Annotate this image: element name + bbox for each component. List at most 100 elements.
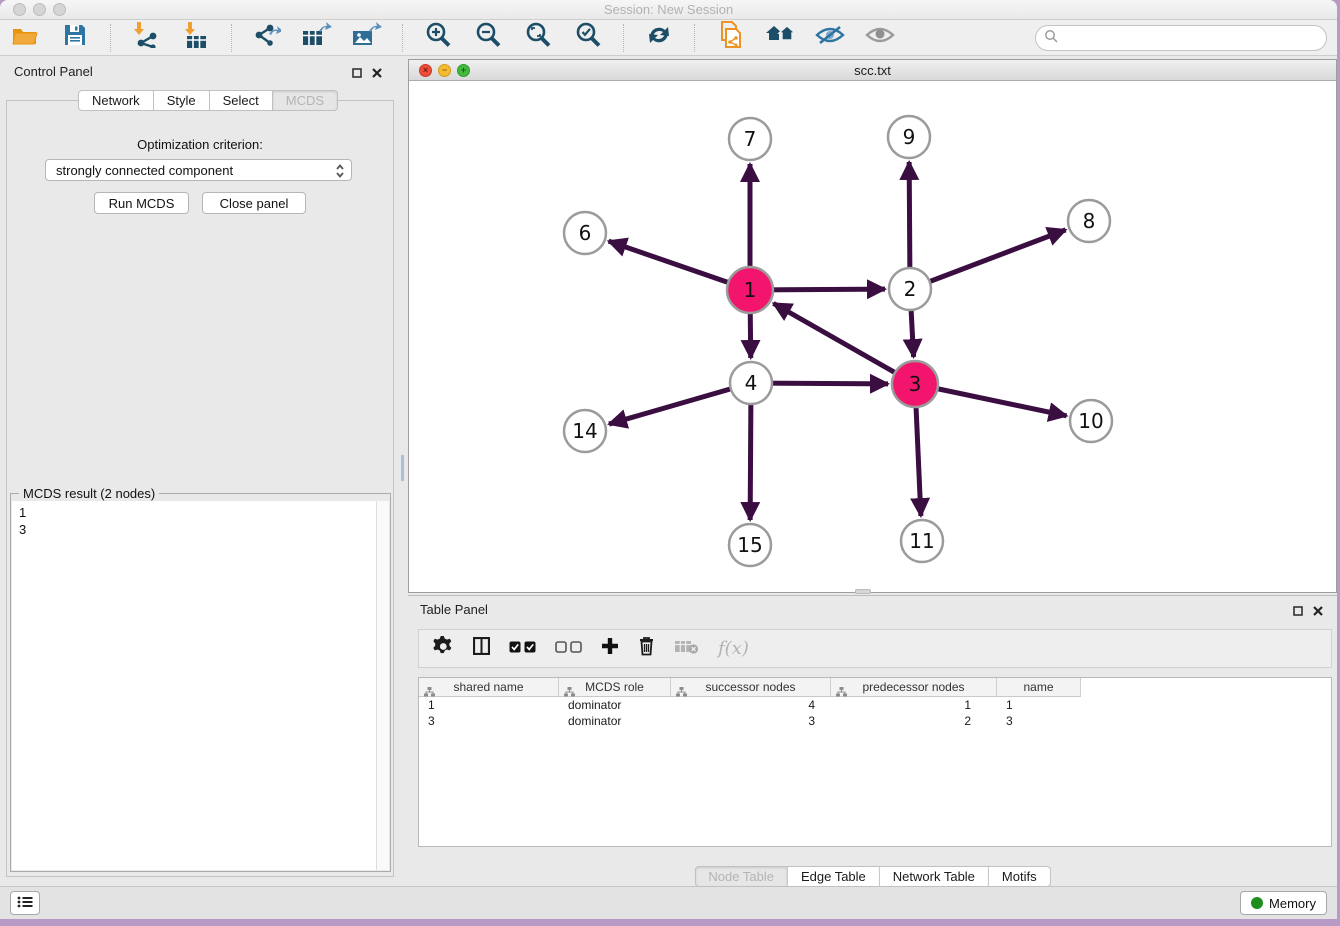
delete-table-button-disabled [674,639,699,659]
select-chevron-icon [335,163,345,182]
close-table-panel-icon[interactable] [1313,603,1323,621]
tab-edge-table[interactable]: Edge Table [788,866,880,887]
column-header-shared-name[interactable]: shared name [419,678,559,697]
clone-network-button[interactable] [715,23,745,53]
mcds-result-list: 13 [12,501,376,870]
column-header-predecessor-nodes[interactable]: predecessor nodes [831,678,997,697]
edge-2-8[interactable] [910,230,1066,289]
hide-selected-button[interactable] [815,23,845,53]
zoom-out-icon [475,22,501,53]
export-table-icon [302,22,332,53]
zoom-in-button[interactable] [423,23,453,53]
export-network-button[interactable] [252,23,282,53]
optimization-criterion-label: Optimization criterion: [6,137,394,152]
table-cell[interactable]: 3 [671,713,831,729]
node-label-15: 15 [737,533,762,557]
table-cell[interactable]: dominator [559,697,671,713]
toolbar-separator [110,24,111,52]
table-cell[interactable]: dominator [559,713,671,729]
zoom-fit-button[interactable] [523,23,553,53]
tab-style[interactable]: Style [154,90,210,111]
table-header-row: shared nameMCDS rolesuccessor nodesprede… [419,678,1331,697]
show-all-networks-button[interactable] [765,23,795,53]
mcds-result-area: 13 [12,501,389,870]
save-session-button[interactable] [60,23,90,53]
import-network-icon [133,22,159,53]
mcds-result-fieldset: MCDS result (2 nodes) 13 [10,493,391,872]
unselect-all-columns-button[interactable] [555,640,582,658]
open-session-button[interactable] [10,23,40,53]
export-table-button[interactable] [302,23,332,53]
table-cell[interactable]: 1 [831,697,997,713]
table-cell[interactable]: 4 [671,697,831,713]
network-canvas[interactable]: 7968124314101511 [409,81,1336,586]
eye-slash-icon [815,24,845,51]
task-list-icon [17,895,33,912]
zoom-fit-icon [525,22,551,53]
close-panel-button[interactable]: Close panel [202,192,306,214]
node-label-9: 9 [903,125,916,149]
table-cell[interactable]: 1 [997,697,1081,713]
float-panel-icon[interactable] [352,65,362,83]
table-settings-button[interactable] [433,636,454,662]
criterion-value: strongly connected component [56,163,233,178]
zoom-selected-button[interactable] [573,23,603,53]
tab-motifs[interactable]: Motifs [989,866,1051,887]
column-header-successor-nodes[interactable]: successor nodes [671,678,831,697]
delete-column-button[interactable] [638,636,655,661]
toolbar-separator [231,24,232,52]
float-table-panel-icon[interactable] [1293,603,1303,621]
close-panel-icon[interactable] [372,65,382,83]
table-cell[interactable]: 1 [419,697,559,713]
vertical-splitter-handle[interactable] [401,455,404,481]
table-cell[interactable]: 3 [997,713,1081,729]
export-image-button[interactable] [352,23,382,53]
table-toolbar: f(x) [418,629,1332,668]
horizontal-splitter-handle[interactable] [855,589,871,594]
network-frame: × − + scc.txt 7968124314101511 [408,59,1337,593]
eye-icon [865,25,895,50]
node-label-4: 4 [745,371,758,395]
memory-status-dot [1251,897,1263,909]
show-column-panel-button[interactable] [473,637,490,660]
show-hidden-button[interactable] [865,23,895,53]
tab-select[interactable]: Select [210,90,273,111]
function-builder-button-disabled: f(x) [718,638,749,659]
node-table[interactable]: shared nameMCDS rolesuccessor nodesprede… [418,677,1332,847]
tab-mcds[interactable]: MCDS [273,90,338,111]
table-cell[interactable]: 2 [831,713,997,729]
criterion-select[interactable]: strongly connected component [45,159,352,181]
table-panel-title: Table Panel [420,602,488,617]
apply-layout-button[interactable] [644,23,674,53]
search-field[interactable] [1035,25,1327,51]
network-frame-titlebar[interactable]: × − + scc.txt [409,60,1336,81]
zoom-in-icon [425,22,451,53]
tab-network-table[interactable]: Network Table [880,866,989,887]
create-column-button[interactable] [601,637,619,660]
memory-button[interactable]: Memory [1240,891,1327,915]
select-all-columns-button[interactable] [509,640,536,658]
zoom-out-button[interactable] [473,23,503,53]
import-table-button[interactable] [181,23,211,53]
mcds-result-item[interactable]: 1 [19,504,376,521]
task-history-button[interactable] [10,891,40,915]
tab-node-table[interactable]: Node Table [694,866,788,887]
node-label-6: 6 [579,221,592,245]
refresh-icon [646,23,672,52]
table-body: 1dominator4113dominator323 [419,697,1331,729]
node-label-3: 3 [909,372,922,396]
table-row[interactable]: 1dominator411 [419,697,1331,713]
column-header-name[interactable]: name [997,678,1081,697]
table-cell[interactable]: 3 [419,713,559,729]
edge-3-1[interactable] [773,303,915,384]
control-panel-tabs: NetworkStyleSelectMCDS [78,90,338,111]
mcds-result-scrollbar[interactable] [376,501,389,870]
tab-network[interactable]: Network [78,90,154,111]
mcds-result-item[interactable]: 3 [19,521,376,538]
column-header-MCDS-role[interactable]: MCDS role [559,678,671,697]
status-bar: Memory [0,886,1337,919]
import-network-button[interactable] [131,23,161,53]
search-input[interactable] [1063,31,1326,46]
table-row[interactable]: 3dominator323 [419,713,1331,729]
run-mcds-button[interactable]: Run MCDS [94,192,189,214]
